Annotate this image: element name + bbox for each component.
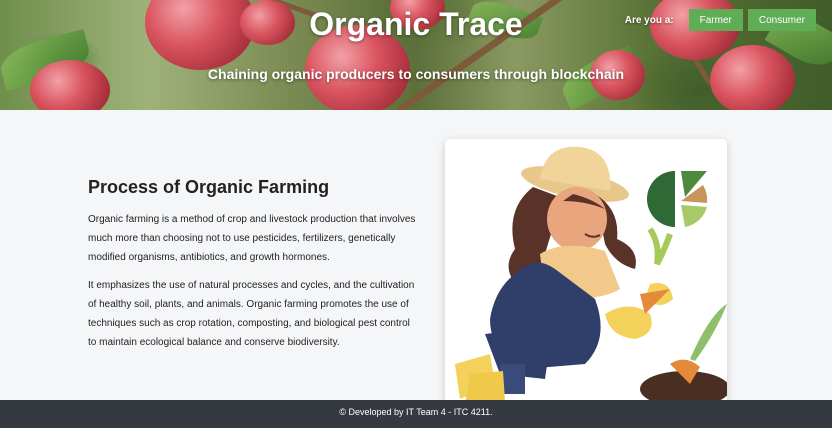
intro-paragraph: Organic farming is a method of crop and … [88,214,416,263]
farmer-button[interactable]: Farmer [688,9,743,31]
details-paragraph: It emphasizes the use of natural process… [88,280,415,348]
role-selector: Are you a: Farmer Consumer [625,9,816,31]
role-prompt: Are you a: [624,14,674,26]
farmer-illustration-card [445,139,727,404]
brand-logo [647,171,708,227]
site-subtitle: Chaining organic producers to consumers … [207,66,625,82]
farmer-illustration [455,146,727,404]
section-heading: Process of Organic Farming [88,177,330,197]
hero-banner: Organic Trace Chaining organic producers… [0,0,832,110]
footer-text: © Developed by IT Team 4 - ITC 4211. [339,407,493,417]
site-footer: © Developed by IT Team 4 - ITC 4211. [0,400,832,428]
consumer-button[interactable]: Consumer [747,9,816,31]
